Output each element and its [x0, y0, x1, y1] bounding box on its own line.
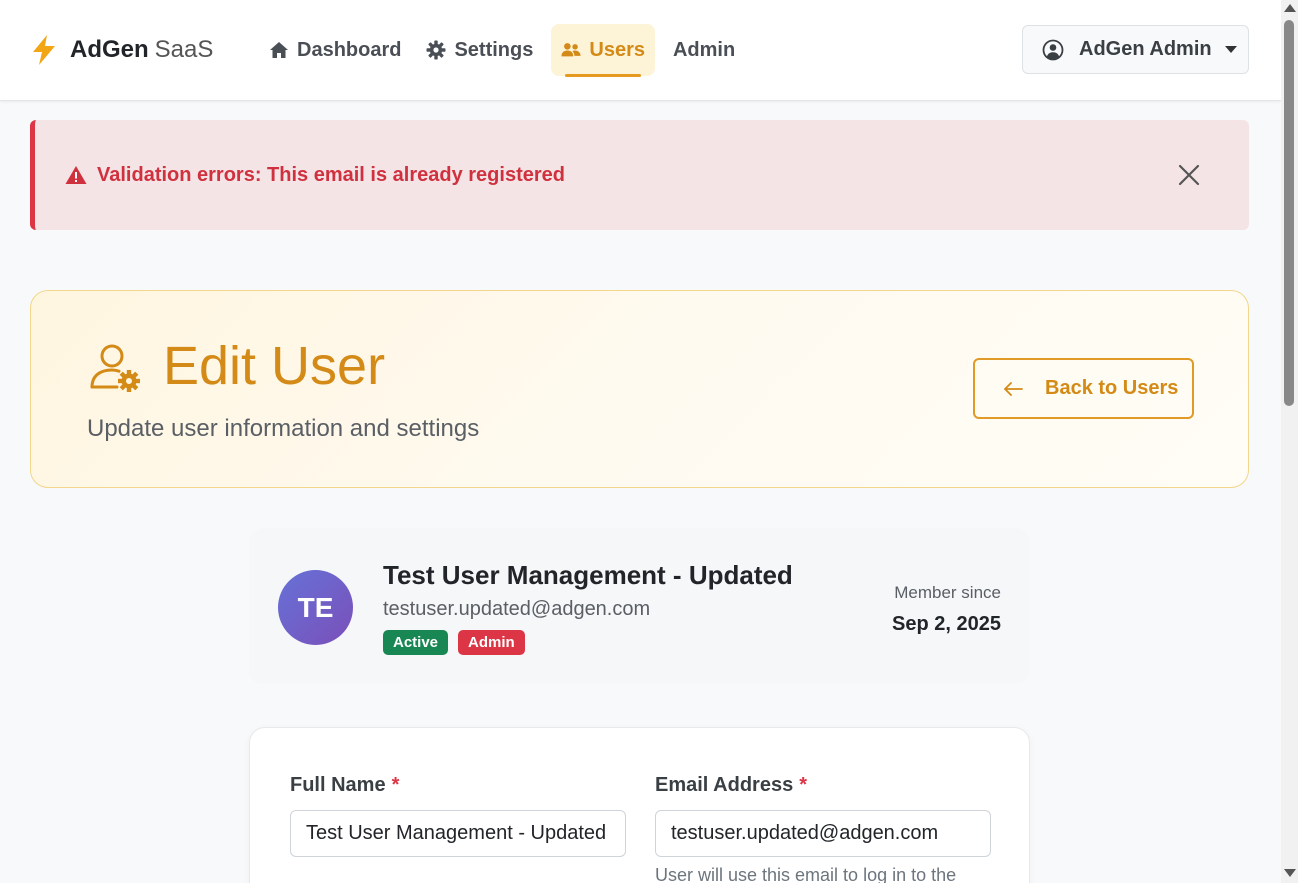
page-header-card: Edit User Update user information and se…: [30, 290, 1249, 488]
full-name-label-text: Full Name: [290, 774, 386, 796]
users-icon: [561, 43, 581, 57]
alert-message: Validation errors: This email is already…: [97, 163, 565, 186]
nav-item-label: Settings: [454, 38, 534, 61]
nav-item-label: Dashboard: [297, 38, 402, 61]
avatar: TE: [278, 570, 353, 645]
nav-links: Dashboard Settings Users Admin: [262, 24, 753, 77]
top-navbar: AdGen SaaS Dashboard Settings Users Admi…: [0, 0, 1281, 101]
role-badge-admin: Admin: [458, 630, 525, 655]
required-mark: *: [799, 774, 807, 796]
profile-name: Test User Management - Updated: [383, 560, 793, 590]
nav-item-dashboard[interactable]: Dashboard: [262, 24, 408, 76]
full-name-label: Full Name *: [290, 774, 399, 797]
scroll-down-arrow-icon[interactable]: [1284, 869, 1296, 877]
nav-item-admin[interactable]: Admin: [666, 24, 742, 76]
status-badge-active: Active: [383, 630, 449, 655]
arrow-left-icon: [1004, 381, 1023, 396]
required-mark: *: [391, 774, 400, 796]
brand-logo[interactable]: AdGen SaaS: [30, 34, 213, 66]
member-since-label: Member since: [894, 583, 1001, 602]
scroll-up-arrow-icon[interactable]: [1284, 4, 1296, 12]
page-subtitle: Update user information and settings: [87, 415, 480, 442]
page-scrollbar[interactable]: [1281, 0, 1298, 883]
email-label: Email Address *: [655, 774, 807, 797]
chevron-down-icon: [1224, 46, 1237, 53]
edit-user-form: Full Name* Email Address* User will use …: [249, 727, 1030, 883]
nav-item-users[interactable]: Users: [551, 24, 655, 77]
full-name-input[interactable]: [290, 810, 626, 857]
gear-icon: [426, 40, 446, 60]
email-label-text: Email Address: [655, 774, 794, 796]
user-circle-icon: [1042, 39, 1064, 60]
validation-error-alert: Validation errors: This email is already…: [30, 120, 1249, 230]
profile-email: testuser.updated@adgen.com: [383, 598, 651, 620]
home-icon: [270, 42, 288, 58]
member-since-date: Sep 2, 2025: [892, 613, 1001, 635]
back-to-users-button[interactable]: Back to Users: [973, 358, 1194, 419]
close-icon[interactable]: [1177, 163, 1201, 187]
email-help-text: User will use this email to log in to th…: [655, 865, 957, 883]
nav-item-settings[interactable]: Settings: [419, 24, 540, 76]
user-gear-icon: [90, 344, 140, 392]
email-input[interactable]: [655, 810, 991, 857]
back-button-label: Back to Users: [1045, 377, 1179, 399]
brand-suffix: SaaS: [154, 36, 214, 63]
user-menu-dropdown[interactable]: AdGen Admin: [1022, 25, 1249, 74]
scrollbar-thumb[interactable]: [1284, 20, 1294, 406]
user-menu-label: AdGen Admin: [1079, 38, 1212, 60]
page-title: Edit User: [163, 336, 386, 396]
lightning-bolt-icon: [33, 35, 55, 65]
warning-triangle-icon: [65, 166, 87, 184]
nav-item-label: Admin: [672, 38, 736, 61]
status-badges: Active Admin: [383, 630, 535, 655]
brand-name: AdGen: [70, 36, 149, 63]
user-profile-summary: TE Test User Management - Updated testus…: [249, 528, 1030, 684]
nav-item-label: Users: [589, 38, 645, 61]
